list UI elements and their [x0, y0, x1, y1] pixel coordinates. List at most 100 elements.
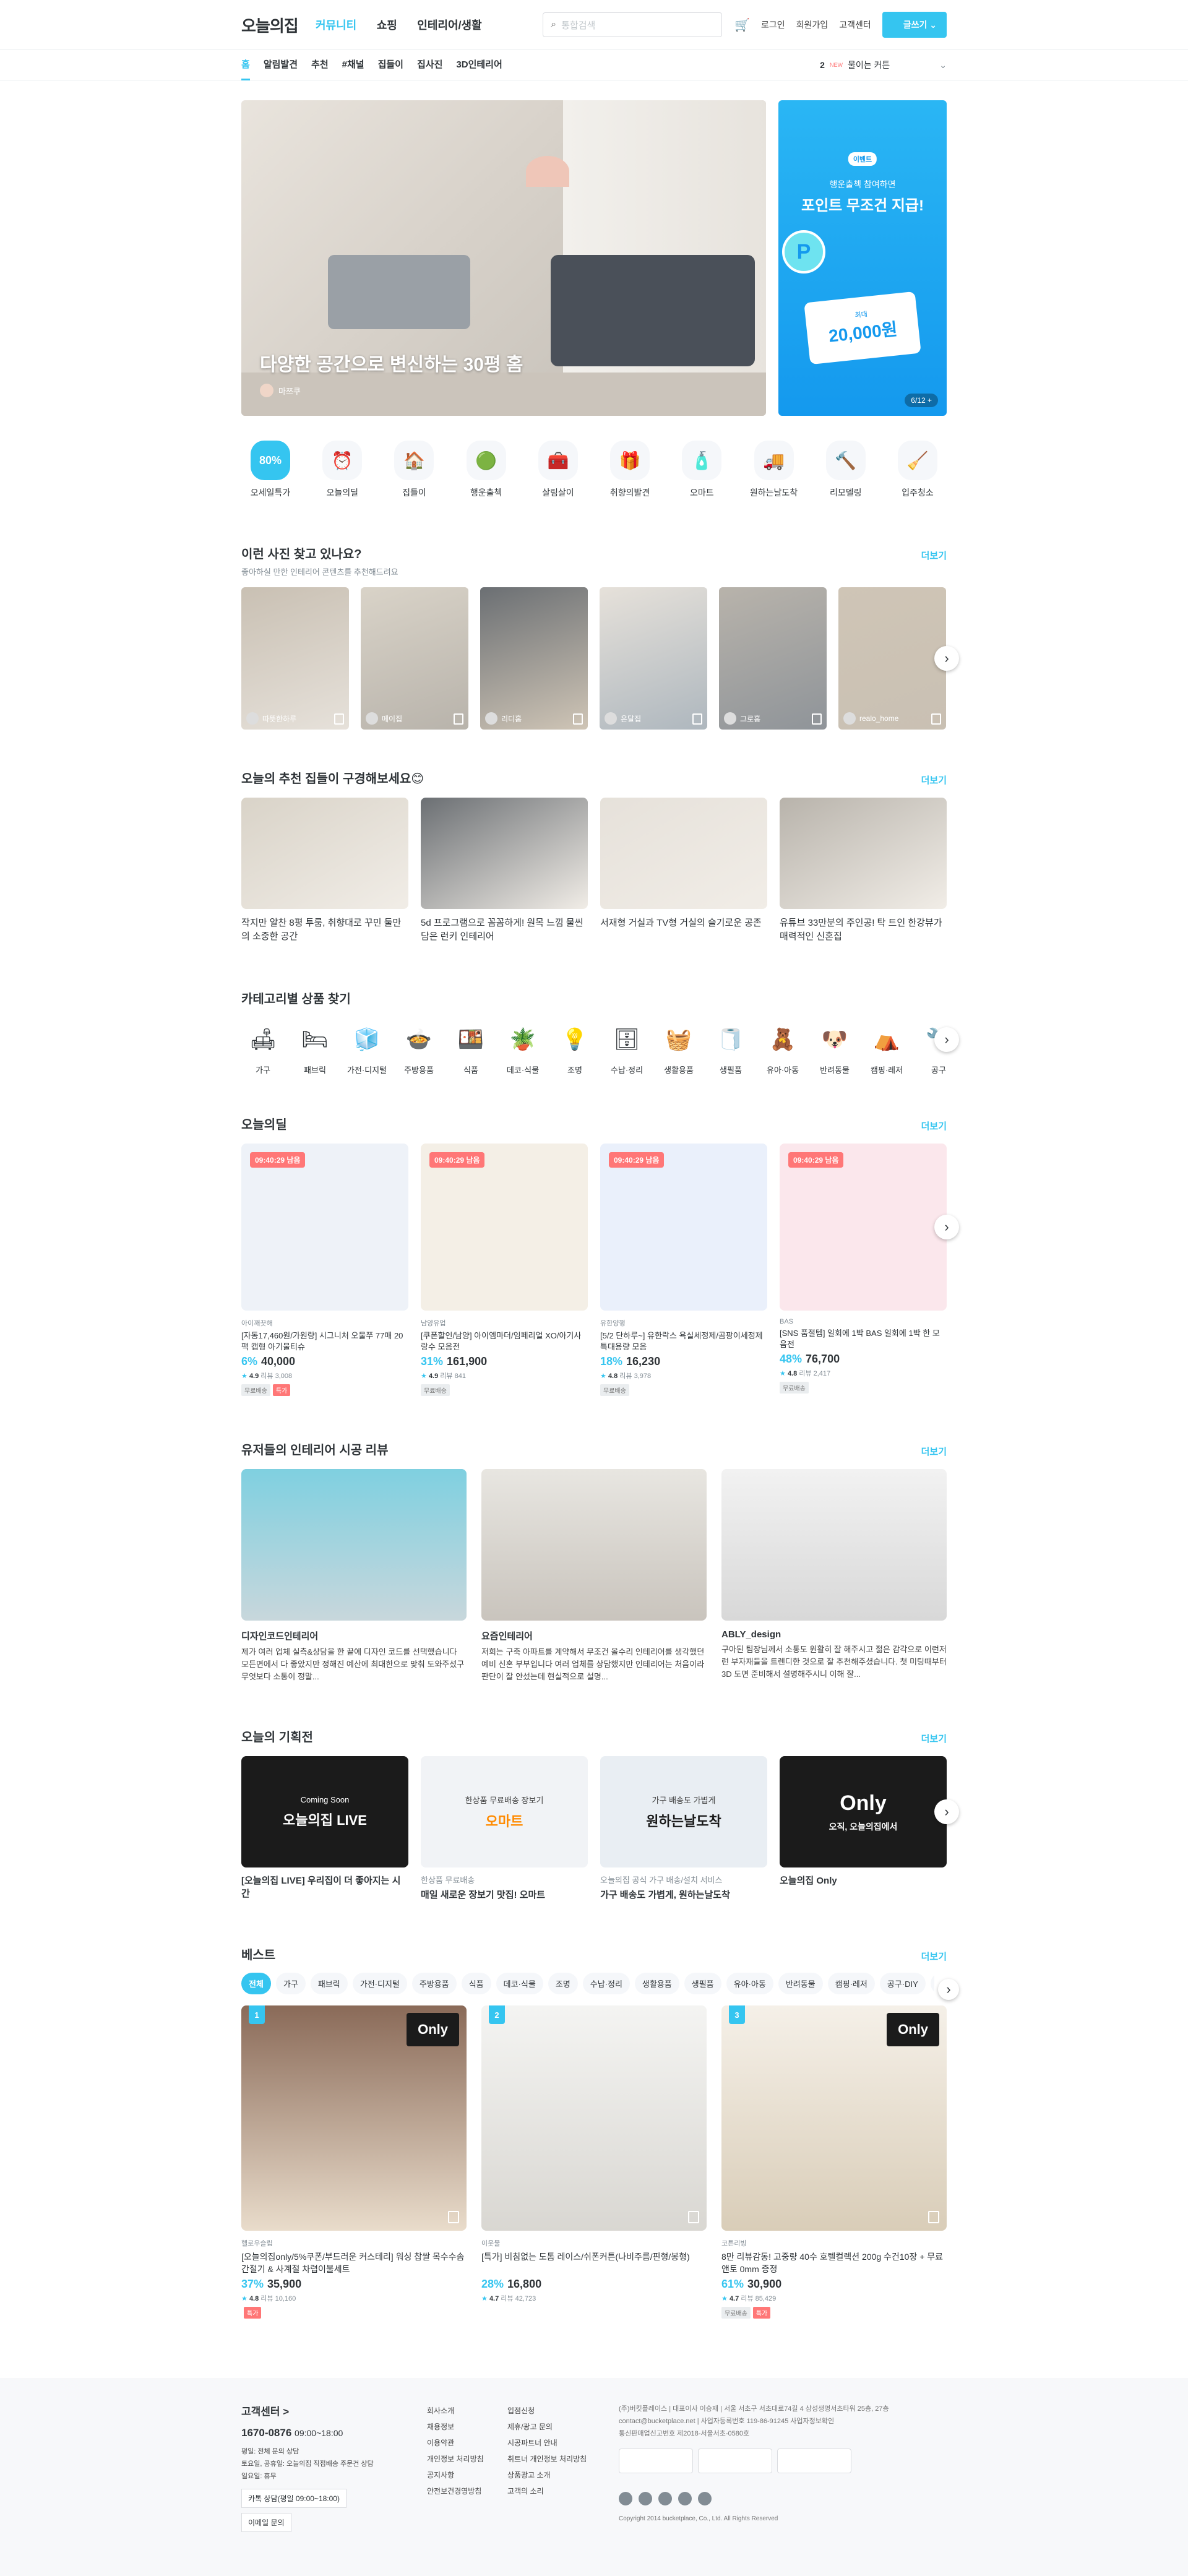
- category-chip[interactable]: 캠핑·레저: [827, 1973, 875, 1994]
- nav-shopping[interactable]: 쇼핑: [377, 19, 397, 32]
- house-card[interactable]: 유튜브 33만분의 주인공! 탁 트인 한강뷰가 매력적인 신혼집: [780, 798, 947, 944]
- category-item[interactable]: 🗄 수납·정리: [605, 1018, 648, 1075]
- quick-menu-item[interactable]: 80% 오세일특가: [246, 441, 295, 499]
- footer-link[interactable]: 회사소개: [427, 2403, 507, 2419]
- category-chip[interactable]: 반려동물: [778, 1973, 823, 1994]
- quick-menu-item[interactable]: ⏰ 오늘의딜: [318, 441, 366, 499]
- category-chip[interactable]: 주방용품: [411, 1973, 457, 1994]
- house-card[interactable]: 서재형 거실과 TV형 거실의 슬기로운 공존: [600, 798, 767, 944]
- category-chip[interactable]: 조명: [548, 1973, 578, 1994]
- exhibition-card[interactable]: Coming Soon 오늘의집 LIVE [오늘의집 LIVE] 우리집이 더 좋…: [241, 1756, 408, 1901]
- review-card[interactable]: 디자인코드인테리어 제가 여러 업체 실측&상담을 한 끝에 디자인 코드를 선택…: [241, 1469, 467, 1683]
- category-chip[interactable]: 생필품: [684, 1973, 721, 1994]
- tab-3d[interactable]: 3D인테리어: [456, 50, 502, 80]
- photo-card[interactable]: realo_home: [838, 587, 946, 730]
- category-chip[interactable]: 전체: [241, 1973, 271, 1994]
- category-item[interactable]: ⛺ 캠핑·레저: [865, 1018, 908, 1075]
- tab-discover[interactable]: 알림발견: [264, 50, 298, 80]
- search-input[interactable]: ⌕ 통합검색: [543, 12, 723, 37]
- footer-link[interactable]: 공지사항: [427, 2467, 507, 2483]
- page-indicator[interactable]: 6/12 +: [905, 394, 938, 407]
- house-card[interactable]: 작지만 알찬 8평 투룸, 취향대로 꾸민 둘만의 소중한 공간: [241, 798, 408, 944]
- category-item[interactable]: 🧻 생필품: [709, 1018, 752, 1075]
- category-chip[interactable]: 데코·식물: [496, 1973, 543, 1994]
- quick-menu-item[interactable]: 🎁 취향의발견: [606, 441, 654, 499]
- more-link[interactable]: 더보기: [921, 773, 947, 786]
- more-link[interactable]: 더보기: [921, 1950, 947, 1963]
- category-chip[interactable]: 인테리어: [930, 1973, 934, 1994]
- email-button[interactable]: 이메일 문의: [241, 2513, 291, 2532]
- house-card[interactable]: 5d 프로그램으로 꼼꼼하게! 원목 느낌 물씬 담은 런키 인테리어: [421, 798, 588, 944]
- photo-card[interactable]: 온달집: [600, 587, 707, 730]
- best-card[interactable]: 2 이웃물 [특가] 비침없는 도톰 레이스/쉬폰커튼(나비주름/핀형/봉형) 28%…: [481, 2005, 707, 2319]
- deal-card[interactable]: 09:40:29 남음 유한양행 [5/2 단하루~] 유한락스 욕실세정제/곰팡이…: [600, 1144, 767, 1396]
- exhibition-card[interactable]: 가구 배송도 가볍게 원하는날도착 오늘의집 공식 가구 배송/설치 서비스 가구 배…: [600, 1756, 767, 1901]
- footer-link[interactable]: 시공파트너 안내: [507, 2435, 619, 2451]
- main-banner[interactable]: 다양한 공간으로 변신하는 30평 홈 마쯔쿠: [241, 100, 766, 416]
- category-chip[interactable]: 공구·DIY: [879, 1973, 926, 1994]
- footer-link[interactable]: 상품광고 소개: [507, 2467, 619, 2483]
- nav-community[interactable]: 커뮤니티: [316, 19, 356, 32]
- category-item[interactable]: 🪴 데코·식물: [501, 1018, 544, 1075]
- quick-menu-item[interactable]: 🟢 행운출첵: [462, 441, 510, 499]
- footer-link[interactable]: 취트너 개인정보 처리방침: [507, 2451, 619, 2467]
- review-card[interactable]: 요즘인테리어 저희는 구축 아파트를 계약해서 무조건 올수리 인테리어를 생각했…: [481, 1469, 707, 1683]
- footer-link[interactable]: 안전보건경영방침: [427, 2483, 507, 2499]
- kakao-button[interactable]: 카톡 상담(평일 09:00~18:00): [241, 2489, 346, 2508]
- photo-card[interactable]: 메이집: [361, 587, 468, 730]
- quick-menu-item[interactable]: 🧹 입주청소: [893, 441, 942, 499]
- deal-card[interactable]: 09:40:29 남음 BAS [SNS 품절템] 일회에 1박 BAS 일회에 1…: [780, 1144, 947, 1396]
- quick-menu-item[interactable]: 🏠 집들이: [390, 441, 438, 499]
- category-item[interactable]: 🛋 가구: [241, 1018, 285, 1075]
- quick-menu-item[interactable]: 🚚 원하는날도착: [750, 441, 798, 499]
- footer-link[interactable]: 제휴/광고 문의: [507, 2419, 619, 2435]
- keyword-ranking[interactable]: 2 NEW 물이는 커튼 ⌄: [820, 59, 947, 71]
- footer-link[interactable]: 채용정보: [427, 2419, 507, 2435]
- signup-link[interactable]: 회원가입: [796, 19, 829, 31]
- exhibition-card[interactable]: Only 오직, 오늘의집에서 오늘의집 Only: [780, 1756, 947, 1901]
- bookmark-icon[interactable]: [931, 713, 941, 725]
- photo-card[interactable]: 리디홈: [480, 587, 588, 730]
- category-item[interactable]: 🍲 주방용품: [397, 1018, 441, 1075]
- cs-title[interactable]: 고객센터 >: [241, 2403, 427, 2418]
- bookmark-icon[interactable]: [812, 713, 822, 725]
- nav-interior[interactable]: 인테리어/생활: [417, 19, 481, 32]
- logo[interactable]: 오늘의집: [241, 14, 316, 37]
- category-item[interactable]: 🧺 생활용품: [657, 1018, 700, 1075]
- footer-link[interactable]: 이용약관: [427, 2435, 507, 2451]
- bookmark-icon[interactable]: [692, 713, 702, 725]
- photo-card[interactable]: 따뜻한하루: [241, 587, 349, 730]
- facebook-icon[interactable]: [678, 2492, 692, 2505]
- more-link[interactable]: 더보기: [921, 549, 947, 562]
- category-chip[interactable]: 생활용품: [634, 1973, 679, 1994]
- deal-card[interactable]: 09:40:29 남음 아이깨끗해 [자동17,460원/가원량] 시그니처 오물쭈…: [241, 1144, 408, 1396]
- bookmark-icon[interactable]: [454, 713, 463, 725]
- footer-link[interactable]: 입점신청: [507, 2403, 619, 2419]
- tab-home[interactable]: 홈: [241, 50, 250, 80]
- instagram-icon[interactable]: [639, 2492, 652, 2505]
- more-link[interactable]: 더보기: [921, 1732, 947, 1745]
- more-link[interactable]: 더보기: [921, 1119, 947, 1132]
- quick-menu-item[interactable]: 🔨 리모델링: [822, 441, 870, 499]
- tab-recommend[interactable]: 추천: [311, 50, 329, 80]
- category-item[interactable]: 🛏 패브릭: [293, 1018, 337, 1075]
- category-chip[interactable]: 가구: [275, 1973, 306, 1994]
- next-arrow-icon[interactable]: ›: [938, 1979, 959, 2000]
- cart-icon[interactable]: 🛒: [734, 17, 750, 33]
- footer-link[interactable]: 개인정보 처리방침: [427, 2451, 507, 2467]
- category-item[interactable]: 🍱 식품: [449, 1018, 493, 1075]
- next-arrow-icon[interactable]: ›: [934, 1799, 959, 1824]
- category-chip[interactable]: 식품: [461, 1973, 491, 1994]
- tab-channel[interactable]: #채널: [342, 50, 364, 80]
- bookmark-icon[interactable]: [573, 713, 583, 725]
- quick-menu-item[interactable]: 🧴 오마트: [678, 441, 726, 499]
- deal-card[interactable]: 09:40:29 남음 남양유업 [쿠폰할인/남양] 아이엠마더/임페리얼 XO/아…: [421, 1144, 588, 1396]
- category-item[interactable]: 🧊 가전·디지털: [345, 1018, 389, 1075]
- bookmark-icon[interactable]: [928, 2211, 939, 2223]
- review-card[interactable]: ABLY_design 구아된 팀장님께서 소통도 원활히 잘 해주시고 젊은 감…: [721, 1469, 947, 1683]
- category-item[interactable]: 🧸 유아·아동: [761, 1018, 804, 1075]
- tab-photos[interactable]: 집사진: [417, 50, 442, 80]
- bookmark-icon[interactable]: [688, 2211, 699, 2223]
- photo-card[interactable]: 그로홈: [719, 587, 827, 730]
- kakao-icon[interactable]: [658, 2492, 672, 2505]
